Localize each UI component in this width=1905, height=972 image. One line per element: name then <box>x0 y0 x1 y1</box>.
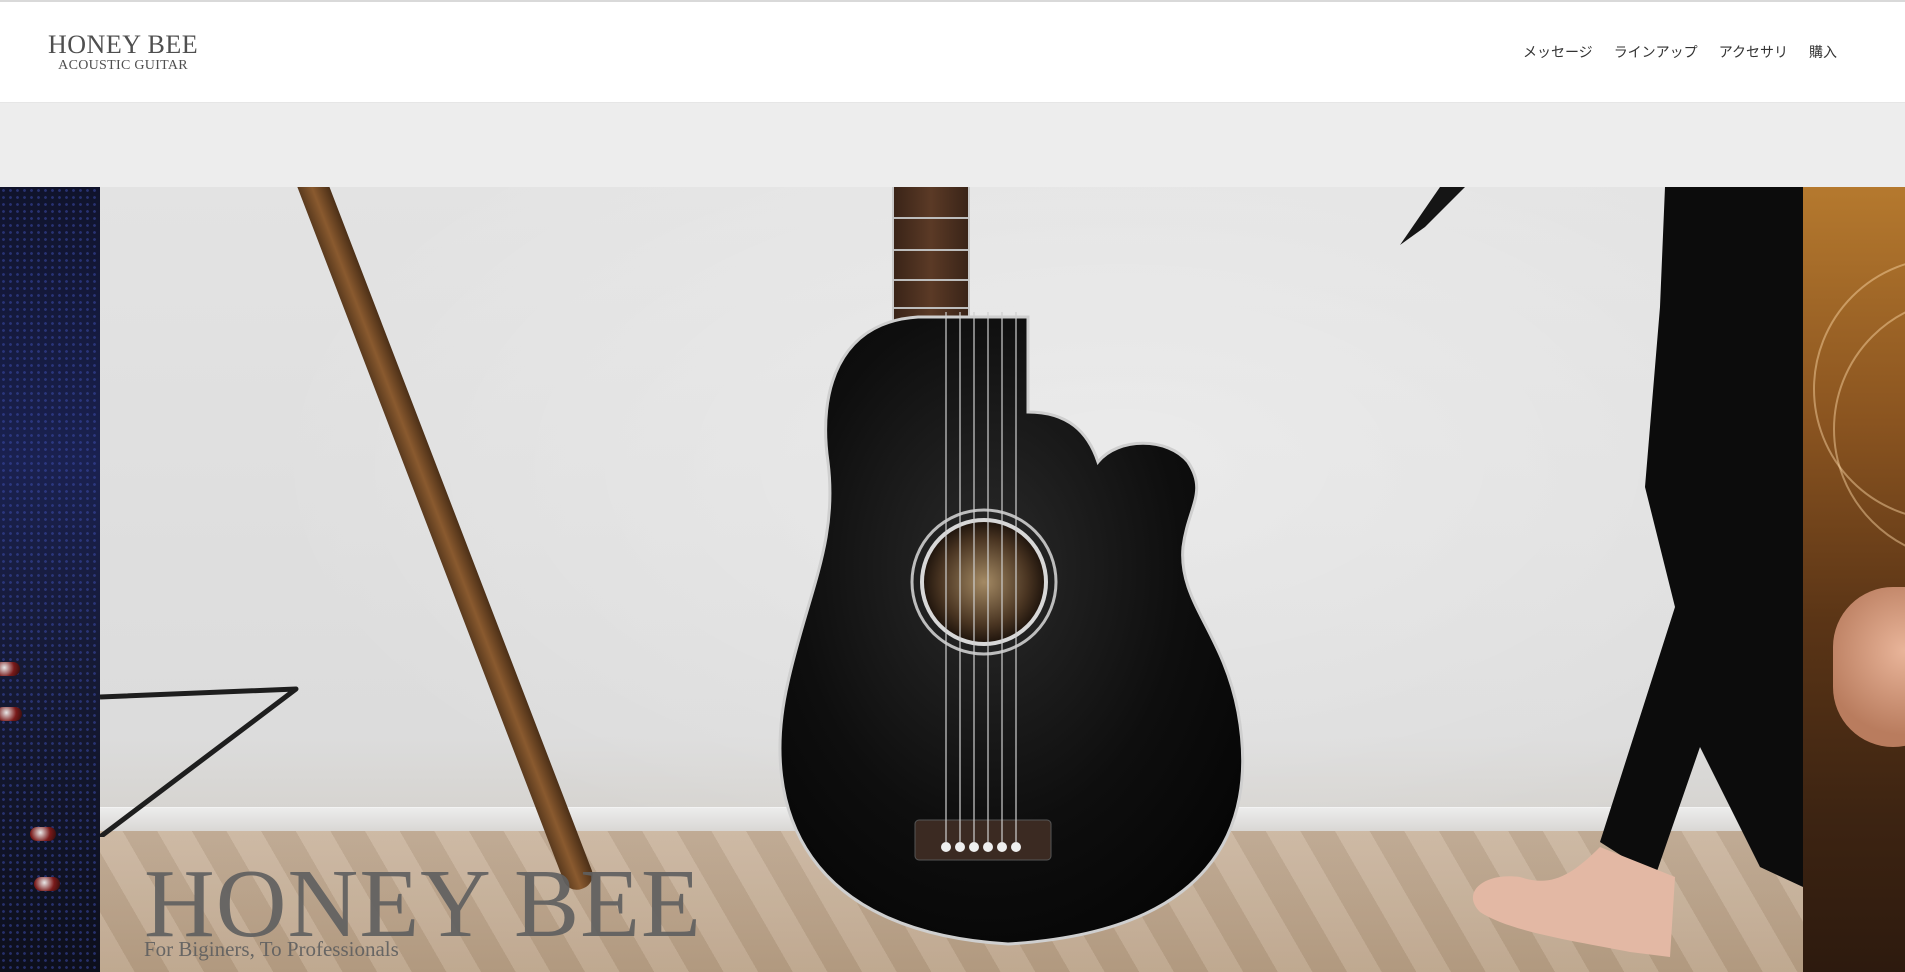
slide-main-image: HONEY BEE For Biginers, To Professionals <box>100 187 1803 972</box>
nav-item-message[interactable]: メッセージ <box>1523 42 1593 62</box>
tuning-peg-icon <box>30 827 56 841</box>
tuning-peg-icon <box>0 662 20 676</box>
slide-next-peek[interactable] <box>1803 187 1905 972</box>
site-logo[interactable]: HONEY BEE ACOUSTIC GUITAR <box>48 32 198 73</box>
nav-item-lineup[interactable]: ラインアップ <box>1614 42 1698 62</box>
nav-item-purchase[interactable]: 購入 <box>1809 42 1837 62</box>
spacer-band <box>0 103 1905 187</box>
logo-brand-name: HONEY BEE <box>48 30 199 59</box>
guitar-stand <box>100 686 299 837</box>
acoustic-guitar <box>778 312 1245 946</box>
tuning-peg-icon <box>34 877 60 891</box>
slide-prev-peek[interactable] <box>0 187 100 972</box>
hero-subtitle: For Biginers, To Professionals <box>144 937 399 961</box>
site-header: HONEY BEE ACOUSTIC GUITAR メッセージ ラインアップ ア… <box>0 2 1905 103</box>
logo-subtitle: ACOUSTIC GUITAR <box>58 58 188 73</box>
main-nav: メッセージ ラインアップ アクセサリ 購入 <box>1523 42 1837 62</box>
shirt-pattern <box>0 187 100 972</box>
hero-slider[interactable]: HONEY BEE For Biginers, To Professionals <box>0 187 1905 972</box>
tuning-peg-icon <box>0 707 22 721</box>
nav-item-accessories[interactable]: アクセサリ <box>1719 42 1788 62</box>
hand <box>1833 587 1905 747</box>
person-leg <box>1472 187 1803 957</box>
